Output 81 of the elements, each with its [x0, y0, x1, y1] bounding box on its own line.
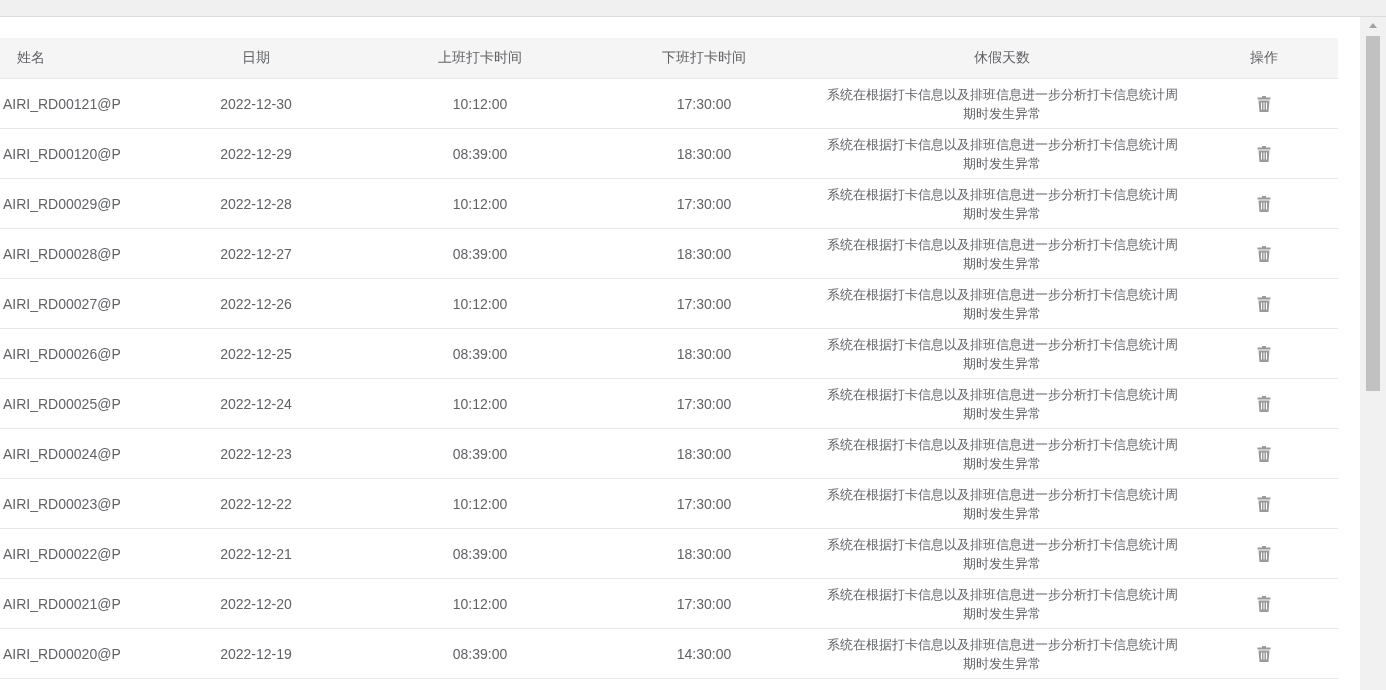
table-cell-text: 2022-12-25 [219, 345, 293, 362]
table-cell-text: AIRI_RD00022@P [2, 545, 122, 562]
table-cell-text: 系统在根据打卡信息以及排班信息进一步分析打卡信息统计周期时发生异常 [825, 235, 1179, 273]
column-header: 操作 [1248, 49, 1279, 67]
table-cell-text: AIRI_RD00026@P [2, 345, 122, 362]
table-cell-text: AIRI_RD00021@P [2, 595, 122, 612]
table-cell-text: 系统在根据打卡信息以及排班信息进一步分析打卡信息统计周期时发生异常 [825, 635, 1179, 673]
table-cell-text: 10:12:00 [451, 495, 509, 512]
trash-icon[interactable] [1256, 95, 1271, 112]
table-cell-text: 18:30:00 [675, 545, 733, 562]
table-cell-text: AIRI_RD00120@P [2, 145, 122, 162]
table-cell-text: 系统在根据打卡信息以及排班信息进一步分析打卡信息统计周期时发生异常 [825, 185, 1179, 223]
table-cell-text: 2022-12-30 [219, 95, 293, 112]
column-header: 下班打卡时间 [661, 49, 747, 67]
table-cell-text: 2022-12-24 [219, 395, 293, 412]
table-cell-text: 08:39:00 [451, 445, 509, 462]
table-cell-text: 系统在根据打卡信息以及排班信息进一步分析打卡信息统计周期时发生异常 [825, 435, 1179, 473]
table-cell-text: 系统在根据打卡信息以及排班信息进一步分析打卡信息统计周期时发生异常 [825, 385, 1179, 423]
trash-icon[interactable] [1256, 545, 1271, 562]
table-cell-text: 系统在根据打卡信息以及排班信息进一步分析打卡信息统计周期时发生异常 [825, 335, 1179, 373]
table-cell-text: 系统在根据打卡信息以及排班信息进一步分析打卡信息统计周期时发生异常 [825, 285, 1179, 323]
table-cell-text: 17:30:00 [675, 495, 733, 512]
table-cell-text: 10:12:00 [451, 95, 509, 112]
trash-icon[interactable] [1256, 395, 1271, 412]
table-cell-text: 08:39:00 [451, 545, 509, 562]
trash-icon[interactable] [1256, 495, 1271, 512]
table-cell-text: 14:30:00 [675, 645, 733, 662]
table-cell-text: 系统在根据打卡信息以及排班信息进一步分析打卡信息统计周期时发生异常 [825, 485, 1179, 523]
column-header: 上班打卡时间 [437, 49, 523, 67]
table-cell-text: 2022-12-21 [219, 545, 293, 562]
trash-icon[interactable] [1256, 345, 1271, 362]
table-cell-text: 2022-12-29 [219, 145, 293, 162]
table-cell-text: AIRI_RD00028@P [2, 245, 122, 262]
table-cell-text: 17:30:00 [675, 595, 733, 612]
table-cell-text: AIRI_RD00029@P [2, 195, 122, 212]
table-cell-text: 10:12:00 [451, 395, 509, 412]
column-header: 休假天数 [973, 49, 1031, 67]
trash-icon[interactable] [1256, 645, 1271, 662]
table-cell-text: 08:39:00 [451, 245, 509, 262]
table-cell-text: 10:12:00 [451, 195, 509, 212]
table-cell-text: AIRI_RD00121@P [2, 95, 122, 112]
table-cell-text: 系统在根据打卡信息以及排班信息进一步分析打卡信息统计周期时发生异常 [825, 535, 1179, 573]
table-cell-text: 2022-12-22 [219, 495, 293, 512]
table-cell-text: 2022-12-19 [219, 645, 293, 662]
table-cell-text: AIRI_RD00024@P [2, 445, 122, 462]
trash-icon[interactable] [1256, 195, 1271, 212]
table-cell-text: 08:39:00 [451, 645, 509, 662]
table-cell-text: AIRI_RD00027@P [2, 295, 122, 312]
table-cell-text: 17:30:00 [675, 95, 733, 112]
table-cell-text: 17:30:00 [675, 195, 733, 212]
table-cell-text: 08:39:00 [451, 145, 509, 162]
table-cell-text: 2022-12-26 [219, 295, 293, 312]
trash-icon[interactable] [1256, 295, 1271, 312]
trash-icon[interactable] [1256, 245, 1271, 262]
table-cell-text: 2022-12-23 [219, 445, 293, 462]
table-cell-text: 系统在根据打卡信息以及排班信息进一步分析打卡信息统计周期时发生异常 [825, 585, 1179, 623]
table-cell-text: 18:30:00 [675, 245, 733, 262]
trash-icon[interactable] [1256, 145, 1271, 162]
table-cell-text: 系统在根据打卡信息以及排班信息进一步分析打卡信息统计周期时发生异常 [825, 135, 1179, 173]
table-cell-text: AIRI_RD00025@P [2, 395, 122, 412]
trash-icon[interactable] [1256, 595, 1271, 612]
table-cell-text: AIRI_RD00020@P [2, 645, 122, 662]
table-cell-text: 10:12:00 [451, 595, 509, 612]
table-cell-text: 18:30:00 [675, 445, 733, 462]
table-cell-text: AIRI_RD00023@P [2, 495, 122, 512]
scrollbar-track[interactable] [1360, 17, 1386, 690]
column-header: 姓名 [16, 49, 46, 67]
scrollbar-thumb[interactable] [1366, 36, 1380, 391]
scroll-up-arrow-icon[interactable] [1369, 23, 1377, 28]
table-cell-text: 2022-12-20 [219, 595, 293, 612]
table-cell-text: 2022-12-27 [219, 245, 293, 262]
table-cell-text: 2022-12-28 [219, 195, 293, 212]
table-cell-text: 10:12:00 [451, 295, 509, 312]
table-cell-text: 18:30:00 [675, 345, 733, 362]
table-cell-text: 08:39:00 [451, 345, 509, 362]
trash-icon[interactable] [1256, 445, 1271, 462]
table-cell-text: 18:30:00 [675, 145, 733, 162]
table-cell-text: 17:30:00 [675, 295, 733, 312]
column-header: 日期 [241, 49, 271, 67]
table-cell-text: 系统在根据打卡信息以及排班信息进一步分析打卡信息统计周期时发生异常 [825, 85, 1179, 123]
table-cell-text: 17:30:00 [675, 395, 733, 412]
